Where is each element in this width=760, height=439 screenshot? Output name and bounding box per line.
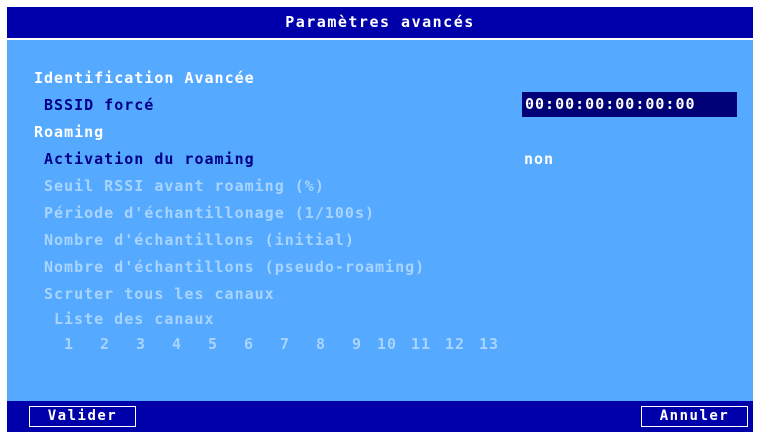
channel-2[interactable]: 2 (100, 334, 110, 354)
channel-6[interactable]: 6 (244, 334, 254, 354)
channel-3[interactable]: 3 (136, 334, 146, 354)
channel-13[interactable]: 13 (479, 334, 499, 354)
rssi-threshold-label: Seuil RSSI avant roaming (%) (44, 177, 325, 195)
samples-initial-label: Nombre d'échantillons (initial) (44, 231, 355, 249)
channel-4[interactable]: 4 (172, 334, 182, 354)
samples-pseudo-roaming-label: Nombre d'échantillons (pseudo-roaming) (44, 258, 426, 276)
bssid-label: BSSID forcé (44, 96, 155, 114)
channel-5[interactable]: 5 (208, 334, 218, 354)
scan-all-channels-label: Scruter tous les canaux (44, 285, 275, 303)
cancel-button[interactable]: Annuler (641, 406, 748, 427)
titlebar-divider (7, 38, 753, 40)
channel-1[interactable]: 1 (64, 334, 74, 354)
dialog-title: Paramètres avancés (285, 13, 475, 31)
sampling-period-label: Période d'échantillonage (1/100s) (44, 204, 376, 222)
channel-10[interactable]: 10 (377, 334, 397, 354)
dialog-titlebar: Paramètres avancés (7, 7, 753, 38)
validate-button[interactable]: Valider (29, 406, 136, 427)
section-roaming-heading: Roaming (34, 123, 105, 141)
bssid-input[interactable]: 00:00:00:00:00:00 (522, 92, 737, 117)
channel-11[interactable]: 11 (411, 334, 431, 354)
channel-12[interactable]: 12 (445, 334, 465, 354)
roaming-activation-label: Activation du roaming (44, 150, 255, 168)
section-identification-heading: Identification Avancée (34, 69, 255, 87)
dialog-button-bar: Valider Annuler (7, 401, 753, 432)
channel-8[interactable]: 8 (316, 334, 326, 354)
roaming-activation-value[interactable]: non (524, 149, 554, 169)
channel-7[interactable]: 7 (280, 334, 290, 354)
channel-list-label: Liste des canaux (54, 310, 215, 328)
channel-9[interactable]: 9 (352, 334, 362, 354)
advanced-settings-dialog: Paramètres avancés Identification Avancé… (7, 7, 753, 432)
